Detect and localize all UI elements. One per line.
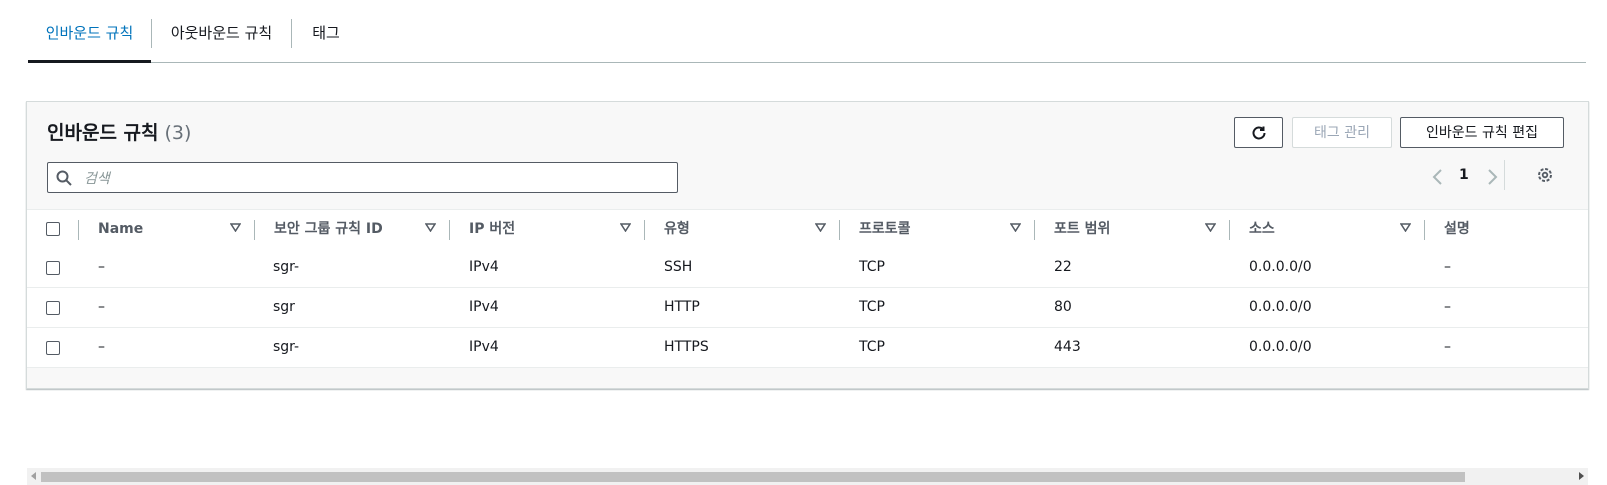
cell-port-range: 22: [1054, 259, 1072, 275]
column-rule-id-label: 보안 그룹 규칙 ID: [274, 221, 383, 237]
table-row[interactable]: – sgr- IPv4 HTTPS TCP 443 0.0.0.0/0 –: [27, 328, 1588, 368]
column-header-protocol[interactable]: 프로토콜: [859, 210, 1024, 248]
table-header: Name 보안 그룹 규칙 ID IP 버전 유형 프로토콜 포트 범위 소스: [27, 209, 1588, 249]
column-type-label: 유형: [664, 221, 690, 237]
column-ip-version-label: IP 버전: [469, 221, 516, 237]
cell-rule-id[interactable]: sgr-: [273, 328, 299, 367]
column-header-port-range[interactable]: 포트 범위: [1054, 210, 1219, 248]
column-header-type[interactable]: 유형: [664, 210, 829, 248]
cell-description: –: [1444, 259, 1451, 275]
sort-icon[interactable]: [1400, 223, 1411, 232]
tab-tags[interactable]: 태그: [292, 0, 360, 62]
sort-icon[interactable]: [425, 223, 436, 232]
search-input[interactable]: [82, 167, 666, 191]
cell-description: –: [1444, 339, 1451, 355]
search-box: [47, 162, 678, 193]
sort-icon[interactable]: [1010, 223, 1021, 232]
scroll-left-arrow-icon[interactable]: [31, 472, 36, 480]
cell-port-range: 80: [1054, 299, 1072, 315]
next-page-icon[interactable]: [1483, 167, 1501, 187]
sort-icon[interactable]: [230, 223, 241, 232]
cell-name: –: [98, 299, 105, 315]
scroll-right-arrow-icon[interactable]: [1579, 472, 1584, 480]
scrollbar-thumb[interactable]: [41, 472, 1465, 482]
edit-inbound-rules-button[interactable]: 인바운드 규칙 편집: [1400, 117, 1564, 148]
sort-icon[interactable]: [1205, 223, 1216, 232]
tab-bar: 인바운드 규칙 아웃바운드 규칙 태그: [28, 0, 1586, 63]
column-divider: [1424, 220, 1425, 240]
previous-page-icon[interactable]: [1429, 167, 1447, 187]
cell-description: –: [1444, 299, 1451, 315]
column-divider: [449, 220, 450, 240]
row-checkbox[interactable]: [46, 341, 60, 355]
column-divider: [839, 220, 840, 240]
manage-tags-button[interactable]: 태그 관리: [1292, 117, 1392, 148]
refresh-icon: [1252, 126, 1265, 140]
cell-port-range: 443: [1054, 339, 1081, 355]
cell-protocol: TCP: [859, 299, 885, 315]
column-header-name[interactable]: Name: [98, 210, 244, 248]
cell-source: 0.0.0.0/0: [1249, 259, 1312, 275]
sort-icon[interactable]: [620, 223, 631, 232]
cell-name: –: [98, 339, 105, 355]
cell-rule-id[interactable]: sgr-: [273, 248, 299, 287]
cell-type: HTTP: [664, 299, 700, 315]
cell-protocol: TCP: [859, 259, 885, 275]
refresh-button[interactable]: [1234, 117, 1283, 148]
current-page-number[interactable]: 1: [1459, 167, 1469, 183]
table-row[interactable]: – sgr- IPv4 SSH TCP 22 0.0.0.0/0 –: [27, 248, 1588, 288]
column-source-label: 소스: [1249, 221, 1275, 237]
panel-title: 인바운드 규칙 (3): [47, 118, 191, 145]
tab-outbound-rules[interactable]: 아웃바운드 규칙: [152, 0, 291, 62]
cell-name: –: [98, 259, 105, 275]
column-name-label: Name: [98, 221, 144, 237]
cell-ip-version: IPv4: [469, 259, 499, 275]
tab-inbound-rules[interactable]: 인바운드 규칙: [28, 0, 151, 63]
column-divider: [644, 220, 645, 240]
sort-icon[interactable]: [815, 223, 826, 232]
cell-ip-version: IPv4: [469, 299, 499, 315]
column-divider: [254, 220, 255, 240]
cell-type: HTTPS: [664, 339, 709, 355]
cell-source: 0.0.0.0/0: [1249, 299, 1312, 315]
horizontal-scrollbar[interactable]: [27, 468, 1588, 485]
gear-icon[interactable]: [1536, 166, 1554, 184]
cell-type: SSH: [664, 259, 693, 275]
column-header-source[interactable]: 소스: [1249, 210, 1414, 248]
column-description-label: 설명: [1444, 221, 1470, 237]
search-icon: [56, 170, 72, 186]
cell-source: 0.0.0.0/0: [1249, 339, 1312, 355]
column-protocol-label: 프로토콜: [859, 221, 911, 237]
column-divider: [1034, 220, 1035, 240]
panel-title-text: 인바운드 규칙: [47, 122, 159, 144]
column-divider: [78, 220, 79, 240]
column-header-ip-version[interactable]: IP 버전: [469, 210, 634, 248]
select-all-checkbox[interactable]: [46, 222, 60, 236]
inbound-rules-panel: 인바운드 규칙(3) 태그 관리 인바운드 규칙 편집 1 Name: [26, 101, 1589, 485]
column-header-description[interactable]: 설명: [1444, 210, 1564, 248]
table-row[interactable]: – sgr IPv4 HTTP TCP 80 0.0.0.0/0 –: [27, 288, 1588, 328]
pager-divider: [1504, 160, 1505, 190]
cell-rule-id[interactable]: sgr: [273, 288, 295, 327]
column-divider: [1229, 220, 1230, 240]
row-checkbox[interactable]: [46, 301, 60, 315]
cell-ip-version: IPv4: [469, 339, 499, 355]
rule-count: (3): [164, 122, 192, 144]
column-port-range-label: 포트 범위: [1054, 221, 1111, 237]
row-checkbox[interactable]: [46, 261, 60, 275]
cell-protocol: TCP: [859, 339, 885, 355]
column-header-rule-id[interactable]: 보안 그룹 규칙 ID: [274, 210, 439, 248]
